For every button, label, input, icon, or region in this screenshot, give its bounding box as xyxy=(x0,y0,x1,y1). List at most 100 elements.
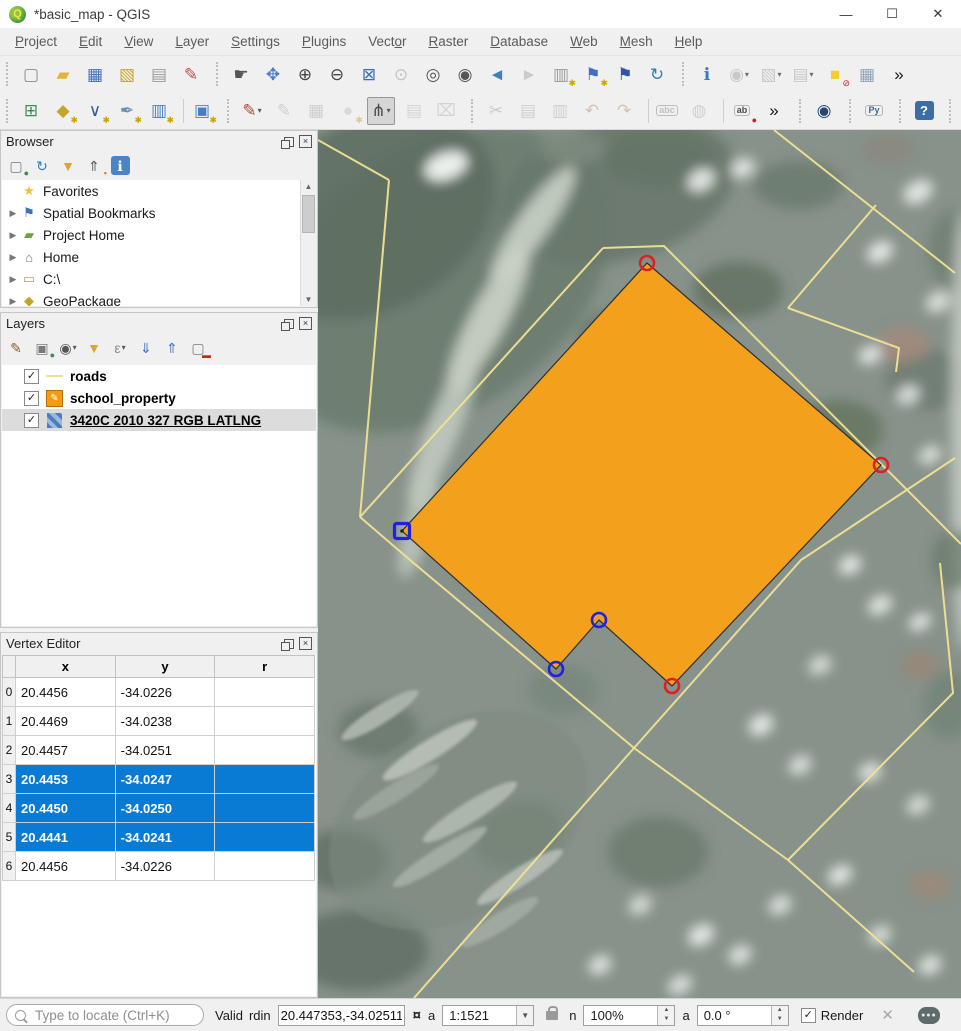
expander-icon[interactable]: ▶ xyxy=(6,252,20,263)
layers-float-icon[interactable] xyxy=(284,319,294,329)
render-toggle[interactable]: ✓ Render xyxy=(801,1008,864,1023)
zoom-last-icon[interactable]: ◄ xyxy=(484,61,510,87)
zoom-in-icon[interactable]: ⊕ xyxy=(292,61,318,87)
vertex-cell-y[interactable]: -34.0250 xyxy=(115,794,215,823)
scale-dropdown-icon[interactable]: ▼ xyxy=(517,1006,533,1025)
layer-visibility-checkbox[interactable]: ✓ xyxy=(24,369,39,384)
menu-edit[interactable]: Edit xyxy=(68,34,113,49)
vertex-cell-r[interactable] xyxy=(215,736,315,765)
vertex-cell-r[interactable] xyxy=(215,823,315,852)
vertex-row-header[interactable]: 6 xyxy=(3,852,16,881)
vertex-cell-y[interactable]: -34.0247 xyxy=(115,765,215,794)
vertex-col-x[interactable]: x xyxy=(16,656,116,678)
expander-icon[interactable]: ▶ xyxy=(6,230,20,241)
scroll-up-icon[interactable]: ▲ xyxy=(301,180,316,194)
layer-item-3420c-2010-327-rgb-latlng[interactable]: ✓3420C 2010 327 RGB LATLNG xyxy=(2,409,316,431)
menu-layer[interactable]: Layer xyxy=(164,34,220,49)
locate-input[interactable] xyxy=(33,1007,195,1024)
vertex-row-2[interactable]: 220.4457-34.0251 xyxy=(3,736,315,765)
vertex-cell-r[interactable] xyxy=(215,852,315,881)
metasearch-icon[interactable]: ◉ xyxy=(811,98,837,124)
magnifier-down-icon[interactable]: ▼ xyxy=(658,1015,674,1025)
refresh-browser-icon[interactable]: ↻ xyxy=(31,155,53,177)
stop-render-icon[interactable]: ✕ xyxy=(881,1006,894,1024)
menu-database[interactable]: Database xyxy=(479,34,559,49)
form-annotation-icon[interactable]: ■⊘ xyxy=(822,61,848,87)
show-spatial-bookmarks-icon[interactable]: ⚑ xyxy=(612,61,638,87)
pan-to-selection-icon[interactable]: ✥ xyxy=(260,61,286,87)
vertex-row-header[interactable]: 0 xyxy=(3,678,16,707)
new-map-view-icon[interactable]: ▥✱ xyxy=(548,61,574,87)
vertex-row-5[interactable]: 520.4441-34.0241 xyxy=(3,823,315,852)
browser-item-home[interactable]: ▶⌂Home xyxy=(2,246,316,268)
vertex-col-r[interactable]: r xyxy=(215,656,315,678)
menu-vector[interactable]: Vector xyxy=(357,34,417,49)
scale-combo[interactable]: 1:1521 ▼ xyxy=(442,1005,534,1026)
browser-item-geopackage[interactable]: ▶◆GeoPackage xyxy=(2,290,316,306)
remove-layer-icon[interactable]: ▢▬ xyxy=(187,337,209,359)
vertex-row-header[interactable]: 3 xyxy=(3,765,16,794)
scale-value[interactable]: 1:1521 xyxy=(449,1008,516,1023)
browser-float-icon[interactable] xyxy=(284,137,294,147)
rotation-value[interactable]: 0.0 ° xyxy=(704,1008,771,1023)
magnifier-up-icon[interactable]: ▲ xyxy=(658,1006,674,1016)
add-selected-layers-icon[interactable]: ▢● xyxy=(5,155,27,177)
python-console-icon[interactable]: Py xyxy=(861,98,887,124)
coordinate-box[interactable] xyxy=(278,1005,405,1026)
vertex-cell-r[interactable] xyxy=(215,678,315,707)
vertex-row-1[interactable]: 120.4469-34.0238 xyxy=(3,707,315,736)
scale-lock-icon[interactable] xyxy=(546,1011,558,1020)
new-shapefile-layer-icon[interactable]: ∨✱ xyxy=(82,98,108,124)
map-canvas[interactable] xyxy=(318,130,961,998)
close-button[interactable]: ✕ xyxy=(915,0,961,28)
new-project-icon[interactable]: ▢ xyxy=(18,61,44,87)
collapse-all-layers-icon[interactable]: ⇑ xyxy=(161,337,183,359)
refresh-map-icon[interactable]: ↻ xyxy=(644,61,670,87)
toolbar-overflow-icon[interactable]: » xyxy=(886,61,912,87)
browser-item-favorites[interactable]: ★Favorites xyxy=(2,180,316,202)
open-layer-styling-icon[interactable]: ✎ xyxy=(5,337,27,359)
toolbar-overflow-2-icon[interactable]: » xyxy=(761,98,787,124)
vertex-cell-r[interactable] xyxy=(215,765,315,794)
menu-raster[interactable]: Raster xyxy=(418,34,480,49)
menu-mesh[interactable]: Mesh xyxy=(609,34,664,49)
vertex-cell-x[interactable]: 20.4453 xyxy=(16,765,116,794)
vertex-row-header[interactable]: 1 xyxy=(3,707,16,736)
menu-help[interactable]: Help xyxy=(664,34,714,49)
zoom-full-extent-icon[interactable]: ⊠ xyxy=(356,61,382,87)
zoom-out-icon[interactable]: ⊖ xyxy=(324,61,350,87)
extents-toggle-icon[interactable]: ¤ xyxy=(413,1007,421,1024)
new-virtual-layer-icon[interactable]: ▣✱ xyxy=(189,98,215,124)
vertex-cell-y[interactable]: -34.0226 xyxy=(115,678,215,707)
browser-item-c-[interactable]: ▶▭C:\ xyxy=(2,268,316,290)
browser-close-icon[interactable]: × xyxy=(299,135,312,148)
menu-view[interactable]: View xyxy=(113,34,164,49)
new-temporary-scratch-layer-icon[interactable]: ▥✱ xyxy=(146,98,172,124)
new-spatialite-layer-icon[interactable]: ✒✱ xyxy=(114,98,140,124)
menu-project[interactable]: Project xyxy=(4,34,68,49)
messages-icon[interactable]: ●●● xyxy=(918,1007,940,1024)
vertex-table[interactable]: xyr020.4456-34.0226120.4469-34.0238220.4… xyxy=(2,655,315,881)
rotation-up-icon[interactable]: ▲ xyxy=(772,1006,788,1016)
vertex-col-y[interactable]: y xyxy=(115,656,215,678)
help-icon[interactable]: ? xyxy=(911,98,937,124)
layers-close-icon[interactable]: × xyxy=(299,317,312,330)
magnifier-value[interactable]: 100% xyxy=(590,1008,657,1023)
vertex-cell-x[interactable]: 20.4469 xyxy=(16,707,116,736)
layer-item-school-property[interactable]: ✓✎school_property xyxy=(2,387,316,409)
vertex-cell-y[interactable]: -34.0241 xyxy=(115,823,215,852)
vertex-cell-y[interactable]: -34.0226 xyxy=(115,852,215,881)
current-edits-icon[interactable]: ✎▾ xyxy=(239,98,265,124)
vertex-editor-close-icon[interactable]: × xyxy=(299,637,312,650)
layout-manager-icon[interactable]: ▤ xyxy=(146,61,172,87)
vertex-cell-x[interactable]: 20.4456 xyxy=(16,852,116,881)
vertex-cell-x[interactable]: 20.4450 xyxy=(16,794,116,823)
vertex-cell-r[interactable] xyxy=(215,707,315,736)
filter-by-expression-icon[interactable]: ε▾ xyxy=(109,337,131,359)
vertex-row-header[interactable]: 5 xyxy=(3,823,16,852)
browser-scrollbar[interactable]: ▲ ▼ xyxy=(300,180,316,306)
layer-item-roads[interactable]: ✓roads xyxy=(2,365,316,387)
new-geopackage-layer-icon[interactable]: ◆✱ xyxy=(50,98,76,124)
browser-item-spatial-bookmarks[interactable]: ▶⚑Spatial Bookmarks xyxy=(2,202,316,224)
expander-icon[interactable]: ▶ xyxy=(6,274,20,285)
